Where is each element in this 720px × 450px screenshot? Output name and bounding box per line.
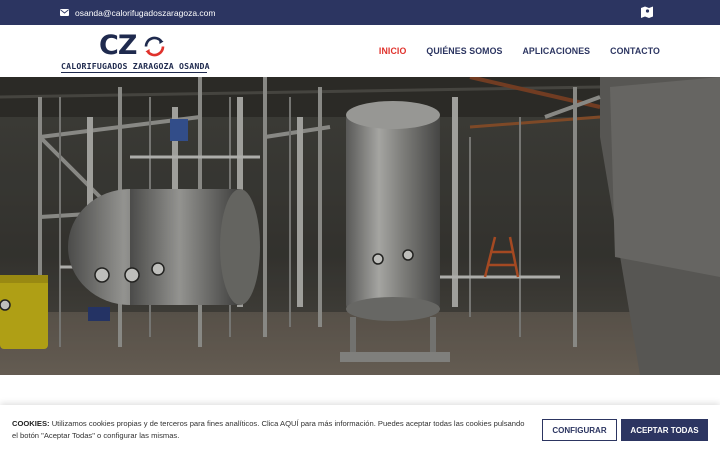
envelope-icon <box>60 9 69 16</box>
map-icon[interactable] <box>641 6 653 18</box>
menu-item-contacto[interactable]: CONTACTO <box>610 46 660 56</box>
contact-email[interactable]: osanda@calorifugadoszaragoza.com <box>60 0 215 25</box>
menu-item-aplicaciones[interactable]: APLICACIONES <box>522 46 590 56</box>
cookie-description: Utilizamos cookies propias y de terceros… <box>12 419 525 440</box>
cookie-message: COOKIES: Utilizamos cookies propias y de… <box>12 418 532 442</box>
top-bar: osanda@calorifugadoszaragoza.com <box>0 0 720 25</box>
logo-arrows-icon <box>144 36 165 57</box>
logo-tagline: CALORIFUGADOS ZARAGOZA OSANDA <box>61 61 210 71</box>
site-logo[interactable]: CZ CALORIFUGADOS ZARAGOZA OSANDA <box>61 30 210 73</box>
accept-all-cookies-button[interactable]: ACEPTAR TODAS <box>621 419 708 441</box>
logo-underline <box>61 72 207 73</box>
menu-item-quienes-somos[interactable]: QUIÉNES SOMOS <box>426 46 502 56</box>
cookie-banner: COOKIES: Utilizamos cookies propias y de… <box>0 405 720 450</box>
industrial-plant-photo <box>0 77 720 375</box>
configure-cookies-button[interactable]: CONFIGURAR <box>542 419 617 441</box>
email-text[interactable]: osanda@calorifugadoszaragoza.com <box>75 8 215 18</box>
logo-mark: CZ <box>99 30 137 61</box>
main-menu: INICIO QUIÉNES SOMOS APLICACIONES CONTAC… <box>379 25 660 77</box>
content-spacer <box>0 375 720 405</box>
menu-item-inicio[interactable]: INICIO <box>379 46 406 56</box>
main-header: CZ CALORIFUGADOS ZARAGOZA OSANDA INICIO … <box>0 25 720 77</box>
hero-image <box>0 77 720 375</box>
cookie-title: COOKIES: <box>12 419 50 428</box>
